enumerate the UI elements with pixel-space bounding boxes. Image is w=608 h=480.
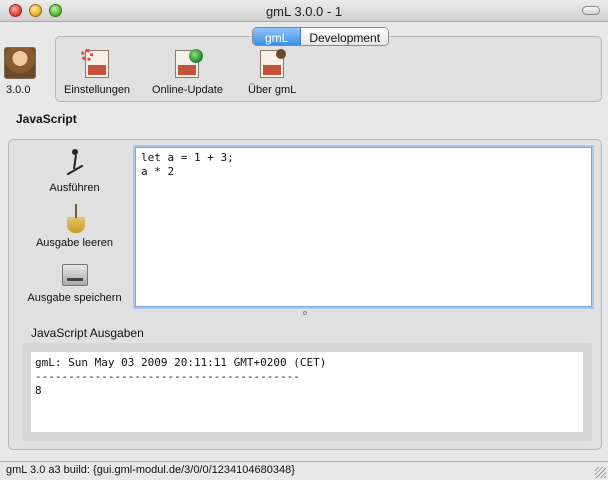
run-icon xyxy=(59,148,91,180)
save-drive-icon xyxy=(59,258,91,290)
run-button[interactable]: Ausführen xyxy=(22,148,127,194)
window-title: gmL 3.0.0 - 1 xyxy=(265,4,343,19)
settings-icon xyxy=(81,49,113,81)
settings-button[interactable]: Einstellungen xyxy=(64,49,130,96)
online-update-button[interactable]: Online-Update xyxy=(152,49,223,96)
tab-bar: gmL Development xyxy=(252,27,390,46)
run-label: Ausführen xyxy=(49,182,100,194)
about-label: Über gmL xyxy=(248,84,297,96)
output-title: JavaScript Ausgaben xyxy=(31,326,144,340)
version-label: 3.0.0 xyxy=(6,84,31,96)
title-bar: gmL 3.0.0 - 1 xyxy=(0,0,608,22)
toolbar-toggle-button[interactable] xyxy=(582,6,600,15)
output-text: gmL: Sun May 03 2009 20:11:11 GMT+0200 (… xyxy=(35,356,327,397)
section-title: JavaScript xyxy=(16,112,77,126)
update-icon xyxy=(171,49,204,81)
output-area[interactable]: gmL: Sun May 03 2009 20:11:11 GMT+0200 (… xyxy=(31,352,583,432)
online-update-label: Online-Update xyxy=(152,84,223,96)
settings-label: Einstellungen xyxy=(64,84,131,96)
resize-grip-icon[interactable] xyxy=(595,467,606,478)
broom-icon xyxy=(59,203,91,235)
about-icon xyxy=(256,49,288,81)
tab-development[interactable]: Development xyxy=(301,28,389,45)
code-editor-text[interactable]: let a = 1 + 3; a * 2 xyxy=(136,148,591,182)
splitter-handle[interactable] xyxy=(303,311,307,315)
status-text: gmL 3.0 a3 build: {gui.gml-modul.de/3/0/… xyxy=(6,464,295,476)
javascript-panel: Ausführen Ausgabe leeren Ausgabe speiche… xyxy=(8,139,602,450)
status-bar: gmL 3.0 a3 build: {gui.gml-modul.de/3/0/… xyxy=(0,461,608,480)
save-output-label: Ausgabe speichern xyxy=(27,292,122,304)
clear-output-label: Ausgabe leeren xyxy=(35,237,114,249)
output-container: gmL: Sun May 03 2009 20:11:11 GMT+0200 (… xyxy=(22,343,592,441)
about-button[interactable]: Über gmL xyxy=(248,49,296,96)
code-editor[interactable]: let a = 1 + 3; a * 2 xyxy=(135,147,592,307)
save-output-button[interactable]: Ausgabe speichern xyxy=(22,258,127,304)
tab-gml[interactable]: gmL xyxy=(253,28,302,45)
clear-output-button[interactable]: Ausgabe leeren xyxy=(22,203,127,249)
avatar xyxy=(4,47,36,79)
